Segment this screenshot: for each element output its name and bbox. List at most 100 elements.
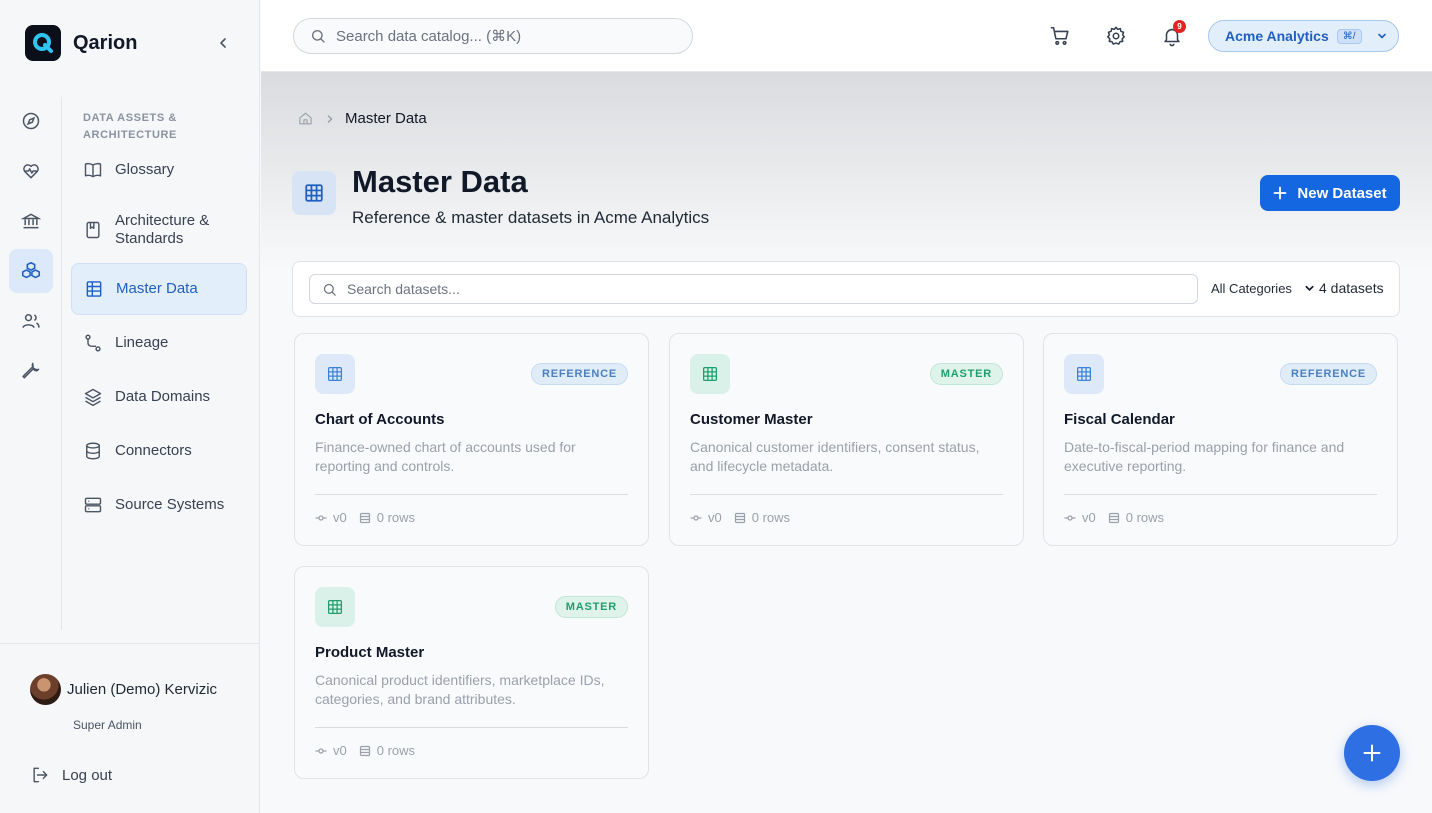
sidebar-item-label: Source Systems bbox=[115, 496, 225, 513]
rail-explore[interactable] bbox=[9, 99, 53, 143]
notifications-button[interactable]: 9 bbox=[1160, 20, 1186, 48]
divider bbox=[690, 494, 1003, 495]
sidebar-item-glossary[interactable]: Glossary bbox=[71, 151, 247, 189]
sidebar-item-connectors[interactable]: Connectors bbox=[71, 432, 247, 470]
top-bar: 9 Acme Analytics ⌘/ bbox=[261, 0, 1432, 72]
users-icon bbox=[22, 314, 40, 328]
global-search-input[interactable] bbox=[336, 27, 666, 45]
breadcrumb: Master Data bbox=[298, 110, 427, 127]
rail-governance[interactable] bbox=[9, 199, 53, 243]
settings-button[interactable] bbox=[1104, 24, 1128, 48]
dataset-count: 4 datasets bbox=[1319, 280, 1384, 296]
notification-count-badge: 9 bbox=[1173, 20, 1186, 33]
sidebar-item-label: Glossary bbox=[115, 161, 175, 178]
commit-icon bbox=[1064, 514, 1076, 521]
plus-icon bbox=[1273, 186, 1287, 200]
sidebar-item-master-data[interactable]: Master Data bbox=[71, 263, 247, 315]
dataset-card-fiscal-calendar[interactable]: REFERENCE Fiscal Calendar Date-to-fiscal… bbox=[1043, 333, 1398, 546]
dataset-description: Date-to-fiscal-period mapping for financ… bbox=[1064, 439, 1345, 474]
plus-icon bbox=[1363, 744, 1381, 762]
main-content: Master Data Master Data Reference & mast… bbox=[261, 72, 1432, 813]
database-icon bbox=[83, 441, 103, 461]
divider bbox=[315, 494, 628, 495]
rows-icon bbox=[359, 745, 370, 756]
dataset-type-badge: REFERENCE bbox=[1279, 363, 1377, 385]
dataset-title: Customer Master bbox=[690, 411, 813, 428]
rail-health[interactable] bbox=[9, 149, 53, 193]
cart-icon bbox=[1050, 26, 1069, 45]
rows-icon bbox=[359, 512, 370, 523]
dataset-rows: 0 rows bbox=[1125, 510, 1165, 525]
gear-icon bbox=[1106, 26, 1126, 45]
table-icon bbox=[690, 354, 730, 394]
cart-button[interactable] bbox=[1048, 24, 1072, 48]
bank-icon bbox=[21, 213, 41, 229]
lineage-icon bbox=[83, 333, 103, 353]
chevron-down-icon bbox=[1305, 285, 1314, 291]
qarion-logo bbox=[25, 25, 61, 61]
sidebar-item-lineage[interactable]: Lineage bbox=[71, 324, 247, 362]
rows-icon bbox=[1108, 512, 1119, 523]
sidebar-item-label: Connectors bbox=[115, 442, 192, 459]
avatar[interactable] bbox=[30, 674, 61, 705]
rows-icon bbox=[734, 512, 745, 523]
logout-label: Log out bbox=[62, 766, 113, 784]
icon-rail bbox=[0, 97, 62, 630]
wrench-icon bbox=[22, 362, 40, 379]
page-table-icon bbox=[292, 171, 336, 215]
layers-icon bbox=[83, 387, 103, 407]
sidebar-item-label: Master Data bbox=[116, 280, 198, 297]
logout-button[interactable]: Log out bbox=[30, 765, 112, 785]
dataset-rows: 0 rows bbox=[376, 743, 416, 758]
chevron-right-icon bbox=[327, 114, 333, 123]
quick-add-button[interactable] bbox=[1344, 725, 1400, 781]
new-dataset-button[interactable]: New Dataset bbox=[1260, 175, 1400, 211]
search-icon bbox=[323, 283, 336, 296]
book-icon bbox=[83, 160, 103, 180]
category-selected: All Categories bbox=[1211, 281, 1292, 296]
dataset-card-product-master[interactable]: MASTER Product Master Canonical product … bbox=[294, 566, 649, 779]
divider bbox=[1064, 494, 1377, 495]
dataset-title: Fiscal Calendar bbox=[1064, 411, 1175, 428]
sidebar-item-data-domains[interactable]: Data Domains bbox=[71, 378, 247, 416]
dataset-type-badge: REFERENCE bbox=[530, 363, 628, 385]
sidebar-item-label: Lineage bbox=[115, 334, 169, 351]
sidebar-item-source-systems[interactable]: Source Systems bbox=[71, 486, 247, 524]
dataset-card-customer-master[interactable]: MASTER Customer Master Canonical custome… bbox=[669, 333, 1024, 546]
table-icon bbox=[315, 354, 355, 394]
user-role: Super Admin bbox=[73, 718, 142, 732]
table-icon bbox=[84, 279, 104, 299]
sidebar-item-architecture[interactable]: Architecture & Standards bbox=[71, 207, 247, 253]
dataset-version: v0 bbox=[333, 510, 347, 525]
breadcrumb-current: Master Data bbox=[345, 110, 427, 127]
dataset-meta: v0 0 rows bbox=[315, 743, 427, 758]
org-shortcut-hint: ⌘/ bbox=[1336, 28, 1362, 44]
server-icon bbox=[83, 495, 103, 515]
dataset-description: Canonical product identifiers, marketpla… bbox=[315, 672, 605, 707]
rail-data-assets[interactable] bbox=[9, 249, 53, 293]
brand[interactable]: Qarion bbox=[25, 25, 137, 61]
dataset-search-input[interactable] bbox=[347, 281, 1187, 297]
org-name: Acme Analytics bbox=[1225, 28, 1329, 44]
home-icon[interactable] bbox=[298, 111, 313, 126]
table-icon bbox=[315, 587, 355, 627]
org-switcher[interactable]: Acme Analytics ⌘/ bbox=[1208, 20, 1399, 52]
dataset-title: Chart of Accounts bbox=[315, 411, 445, 428]
collapse-sidebar-button[interactable] bbox=[213, 33, 233, 53]
heart-pulse-icon bbox=[23, 164, 39, 179]
rail-people[interactable] bbox=[9, 299, 53, 343]
chevron-left-icon bbox=[220, 38, 226, 48]
dataset-version: v0 bbox=[333, 743, 347, 758]
divider bbox=[315, 727, 628, 728]
rail-tools[interactable] bbox=[9, 349, 53, 393]
brand-name: Qarion bbox=[73, 31, 138, 54]
sidebar-item-label: Architecture & Standards bbox=[115, 212, 210, 247]
category-select[interactable]: All Categories bbox=[1211, 281, 1315, 296]
dataset-meta: v0 0 rows bbox=[315, 510, 427, 525]
filter-bar: All Categories 4 datasets bbox=[292, 261, 1400, 317]
dataset-search[interactable] bbox=[309, 274, 1198, 304]
global-search[interactable] bbox=[293, 18, 693, 54]
dataset-card-chart-of-accounts[interactable]: REFERENCE Chart of Accounts Finance-owne… bbox=[294, 333, 649, 546]
dataset-description: Finance-owned chart of accounts used for… bbox=[315, 439, 576, 474]
commit-icon bbox=[315, 747, 327, 754]
